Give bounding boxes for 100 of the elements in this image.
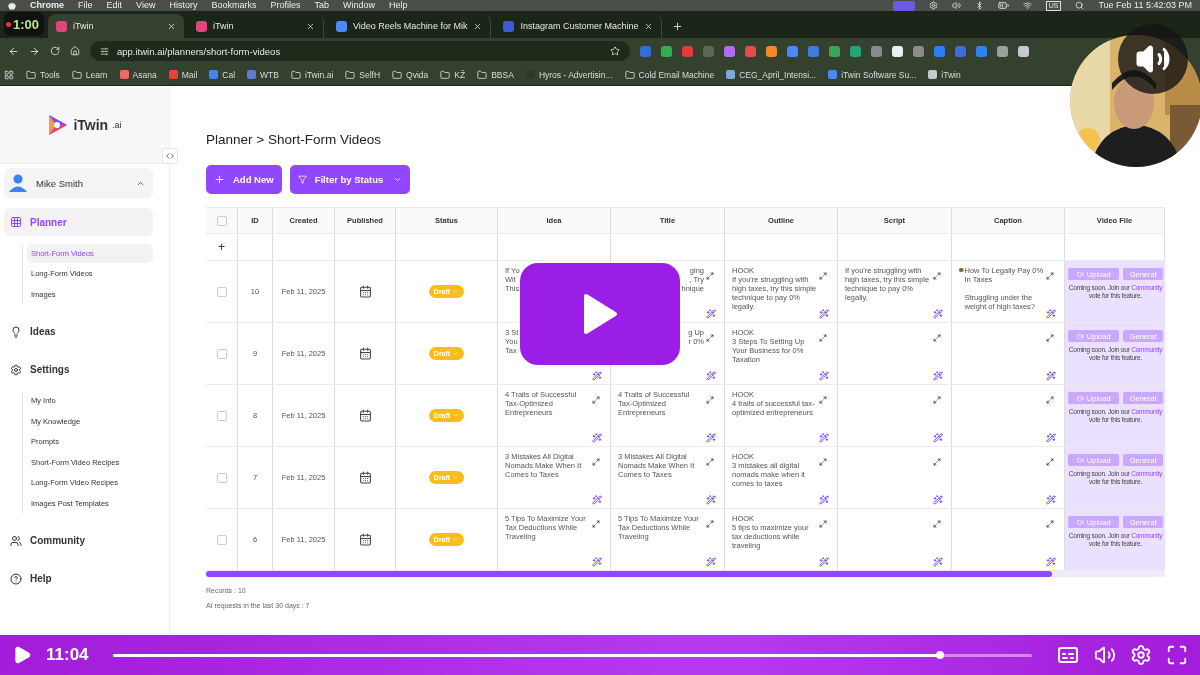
expand-icon[interactable] <box>933 272 941 280</box>
menu-item[interactable]: Edit <box>106 0 123 11</box>
menu-clock[interactable]: Tue Feb 11 5:42:03 PM <box>1098 0 1192 11</box>
extension-icon[interactable] <box>892 45 903 57</box>
select-all-checkbox[interactable] <box>216 215 227 226</box>
magic-wand-icon[interactable] <box>1046 433 1056 443</box>
bookmark[interactable]: CEG_April_Intensi... <box>726 69 817 80</box>
magic-wand-icon[interactable] <box>592 433 602 443</box>
magic-wand-icon[interactable] <box>819 495 829 505</box>
expand-icon[interactable] <box>592 520 600 528</box>
expand-icon[interactable] <box>819 458 827 466</box>
user-menu[interactable]: Mike Smith <box>4 168 153 198</box>
volume-icon[interactable] <box>951 1 961 10</box>
calendar-icon[interactable] <box>358 409 372 422</box>
address-field[interactable]: app.itwin.ai/planners/short-form-videos <box>90 41 630 61</box>
bookmark[interactable]: iTwin <box>928 69 961 80</box>
apple-icon[interactable] <box>8 1 16 10</box>
extension-icon[interactable] <box>1018 45 1029 57</box>
calendar-icon[interactable] <box>358 471 372 484</box>
bookmark[interactable]: Hyros - Advertisin... <box>525 69 613 80</box>
bookmark[interactable]: Cold Email Machine <box>624 69 715 80</box>
bookmark[interactable]: Mail <box>168 69 198 80</box>
expand-icon[interactable] <box>1046 334 1054 342</box>
magic-wand-icon[interactable] <box>1046 495 1056 505</box>
sidebar-toggle[interactable] <box>162 148 178 164</box>
bookmark[interactable]: BBSA <box>477 69 514 80</box>
bookmark[interactable]: WTB <box>247 69 279 80</box>
expand-icon[interactable] <box>706 272 714 280</box>
magic-wand-icon[interactable] <box>933 371 943 381</box>
volume-button[interactable] <box>1094 644 1116 666</box>
magic-wand-icon[interactable] <box>706 557 716 567</box>
extension-icon[interactable] <box>661 45 672 57</box>
nav-item[interactable]: Settings <box>4 355 153 384</box>
browser-tab[interactable]: iTwin <box>48 14 184 38</box>
bookmark[interactable]: Tools <box>26 69 60 80</box>
nav-item[interactable]: Help <box>4 564 153 593</box>
row-checkbox[interactable] <box>216 286 227 297</box>
expand-icon[interactable] <box>1046 520 1054 528</box>
magic-wand-icon[interactable] <box>933 309 943 319</box>
close-icon[interactable] <box>167 21 176 31</box>
expand-icon[interactable] <box>706 396 714 404</box>
video-play-button[interactable] <box>520 263 680 365</box>
bookmark[interactable]: iTwin.ai <box>290 69 334 80</box>
expand-icon[interactable] <box>819 520 827 528</box>
expand-icon[interactable] <box>819 334 827 342</box>
expand-icon[interactable] <box>819 396 827 404</box>
expand-icon[interactable] <box>592 396 600 404</box>
expand-icon[interactable] <box>1046 272 1054 280</box>
expand-icon[interactable] <box>706 334 714 342</box>
bookmark[interactable]: Qvida <box>392 69 429 80</box>
calendar-icon[interactable] <box>358 347 372 360</box>
bookmark[interactable]: SelfH <box>345 69 381 80</box>
row-checkbox[interactable] <box>216 534 227 545</box>
settings-button[interactable] <box>1130 644 1152 666</box>
menu-item[interactable]: Window <box>342 0 375 11</box>
site-settings-icon[interactable] <box>100 46 109 56</box>
menu-item[interactable]: File <box>78 0 93 11</box>
battery-icon[interactable] <box>997 0 1009 11</box>
expand-icon[interactable] <box>1046 396 1054 404</box>
home-icon[interactable] <box>70 46 80 56</box>
search-icon[interactable] <box>1075 1 1085 10</box>
bluetooth-icon[interactable] <box>974 1 984 10</box>
magic-wand-icon[interactable] <box>706 433 716 443</box>
filter-button[interactable]: Filter by Status <box>289 165 410 194</box>
back-icon[interactable] <box>8 45 19 57</box>
nav-item[interactable]: Ideas <box>4 317 153 346</box>
expand-icon[interactable] <box>933 520 941 528</box>
magic-wand-icon[interactable] <box>1046 309 1056 319</box>
magic-wand-icon[interactable] <box>706 309 716 319</box>
magic-wand-icon[interactable] <box>592 495 602 505</box>
magic-wand-icon[interactable] <box>1046 557 1056 567</box>
expand-icon[interactable] <box>933 458 941 466</box>
magic-wand-icon[interactable] <box>592 371 602 381</box>
fullscreen-button[interactable] <box>1166 644 1188 666</box>
apps-icon[interactable] <box>4 69 14 80</box>
menu-item[interactable]: View <box>136 0 156 11</box>
expand-icon[interactable] <box>706 520 714 528</box>
magic-wand-icon[interactable] <box>819 557 829 567</box>
row-checkbox[interactable] <box>216 472 227 483</box>
close-icon[interactable] <box>644 21 654 31</box>
menu-item[interactable]: Chrome <box>30 0 64 11</box>
add-button[interactable]: Add New <box>206 165 282 194</box>
settings-icon[interactable] <box>928 1 938 10</box>
menu-item[interactable]: Bookmarks <box>211 0 257 11</box>
wifi-icon[interactable] <box>1022 1 1032 10</box>
close-icon[interactable] <box>306 21 315 31</box>
magic-wand-icon[interactable] <box>933 433 943 443</box>
expand-icon[interactable] <box>933 396 941 404</box>
magic-wand-icon[interactable] <box>592 557 602 567</box>
close-icon[interactable] <box>473 21 483 31</box>
magic-wand-icon[interactable] <box>933 557 943 567</box>
expand-icon[interactable] <box>933 334 941 342</box>
bookmark[interactable]: iTwin Software Su... <box>828 69 917 80</box>
extension-icon[interactable] <box>766 45 777 57</box>
calendar-icon[interactable] <box>358 533 372 546</box>
magic-wand-icon[interactable] <box>706 371 716 381</box>
bookmark[interactable]: Cal <box>209 69 236 80</box>
magic-wand-icon[interactable] <box>819 309 829 319</box>
expand-icon[interactable] <box>819 272 827 280</box>
play-button[interactable] <box>12 645 32 665</box>
